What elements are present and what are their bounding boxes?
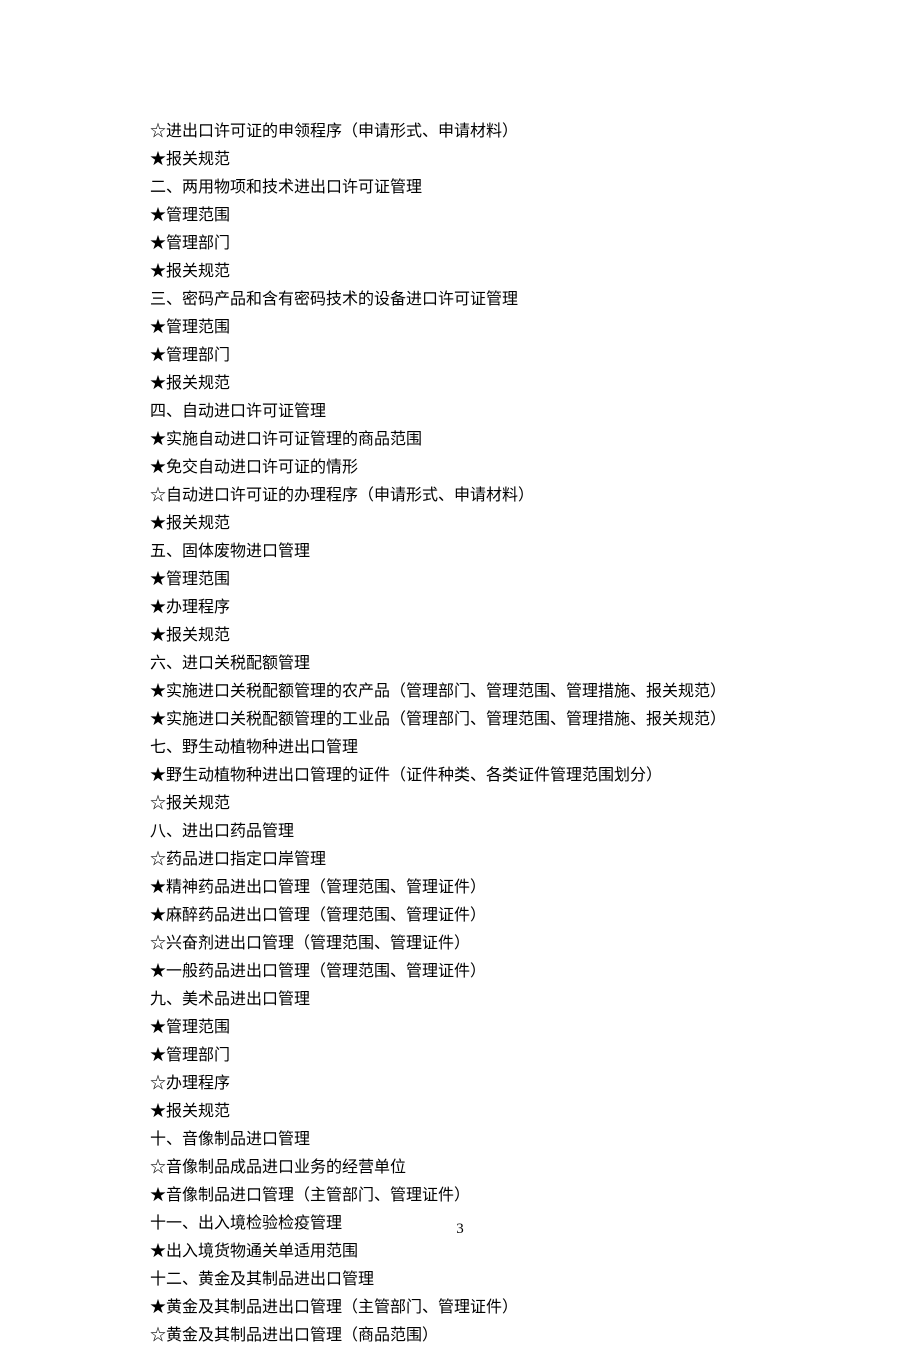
outline-line: ★报关规范 xyxy=(150,622,770,650)
page-number: 3 xyxy=(0,1216,920,1242)
outline-line: 十、音像制品进口管理 xyxy=(150,1126,770,1154)
outline-line: ☆音像制品成品进口业务的经营单位 xyxy=(150,1154,770,1182)
outline-line: ★报关规范 xyxy=(150,146,770,174)
outline-line: ☆进出口许可证的申领程序（申请形式、申请材料） xyxy=(150,118,770,146)
outline-line: 五、固体废物进口管理 xyxy=(150,538,770,566)
outline-line: ☆药品进口指定口岸管理 xyxy=(150,846,770,874)
outline-line: 三、密码产品和含有密码技术的设备进口许可证管理 xyxy=(150,286,770,314)
outline-line: ☆自动进口许可证的办理程序（申请形式、申请材料） xyxy=(150,482,770,510)
outline-line: ★报关规范 xyxy=(150,510,770,538)
outline-line: ☆黄金及其制品进出口管理（商品范围） xyxy=(150,1322,770,1350)
outline-line: ★实施进口关税配额管理的工业品（管理部门、管理范围、管理措施、报关规范） xyxy=(150,706,770,734)
outline-line: ★一般药品进出口管理（管理范围、管理证件） xyxy=(150,958,770,986)
outline-line: 十二、黄金及其制品进出口管理 xyxy=(150,1266,770,1294)
outline-line: ★野生动植物种进出口管理的证件（证件种类、各类证件管理范围划分） xyxy=(150,762,770,790)
outline-line: 八、进出口药品管理 xyxy=(150,818,770,846)
outline-line: ★报关规范 xyxy=(150,370,770,398)
outline-line: ★音像制品进口管理（主管部门、管理证件） xyxy=(150,1182,770,1210)
outline-line: ☆兴奋剂进出口管理（管理范围、管理证件） xyxy=(150,930,770,958)
outline-line: ★出入境货物通关单适用范围 xyxy=(150,1238,770,1266)
outline-line: ☆报关规范 xyxy=(150,790,770,818)
outline-line: ★报关规范 xyxy=(150,258,770,286)
outline-line: 七、野生动植物种进出口管理 xyxy=(150,734,770,762)
document-content: ☆进出口许可证的申领程序（申请形式、申请材料） ★报关规范 二、两用物项和技术进… xyxy=(0,0,920,1350)
outline-line: ★免交自动进口许可证的情形 xyxy=(150,454,770,482)
outline-line: ★管理范围 xyxy=(150,202,770,230)
outline-line: 九、美术品进出口管理 xyxy=(150,986,770,1014)
outline-line: ★管理范围 xyxy=(150,566,770,594)
outline-line: 六、进口关税配额管理 xyxy=(150,650,770,678)
outline-line: ★管理部门 xyxy=(150,1042,770,1070)
outline-line: ★报关规范 xyxy=(150,1098,770,1126)
outline-line: ★实施进口关税配额管理的农产品（管理部门、管理范围、管理措施、报关规范） xyxy=(150,678,770,706)
outline-line: ★管理范围 xyxy=(150,314,770,342)
outline-line: 二、两用物项和技术进出口许可证管理 xyxy=(150,174,770,202)
outline-line: ★管理部门 xyxy=(150,342,770,370)
outline-line: ★麻醉药品进出口管理（管理范围、管理证件） xyxy=(150,902,770,930)
outline-line: 四、自动进口许可证管理 xyxy=(150,398,770,426)
outline-line: ★精神药品进出口管理（管理范围、管理证件） xyxy=(150,874,770,902)
outline-line: ★办理程序 xyxy=(150,594,770,622)
outline-line: ★管理范围 xyxy=(150,1014,770,1042)
outline-line: ★黄金及其制品进出口管理（主管部门、管理证件） xyxy=(150,1294,770,1322)
outline-line: ☆办理程序 xyxy=(150,1070,770,1098)
outline-line: ★管理部门 xyxy=(150,230,770,258)
outline-line: ★实施自动进口许可证管理的商品范围 xyxy=(150,426,770,454)
